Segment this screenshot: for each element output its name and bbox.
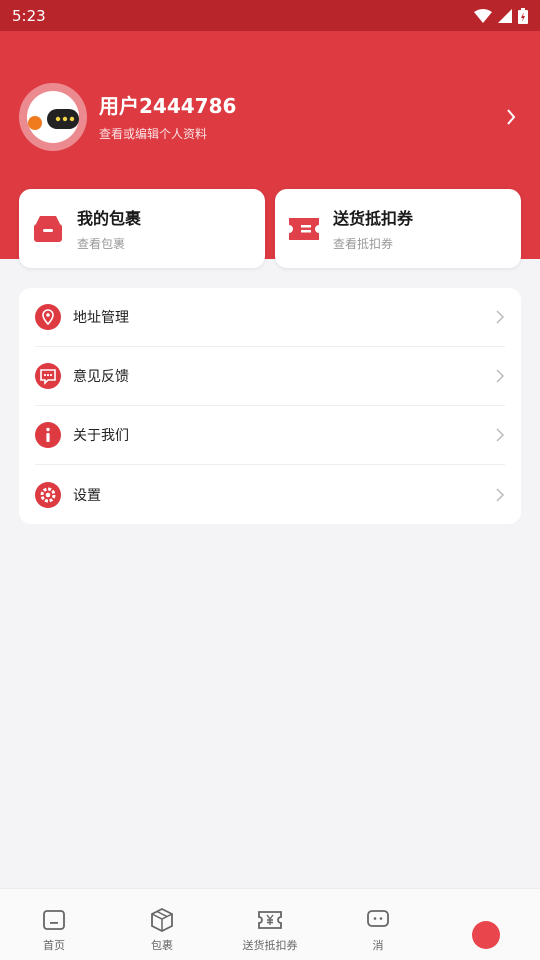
message-icon [367, 910, 389, 927]
avatar[interactable] [19, 83, 87, 151]
wifi-icon [474, 8, 492, 23]
card-text: 我的包裹 查看包裹 [77, 205, 141, 252]
tab-packages[interactable]: 包裹 [108, 889, 216, 960]
system-icons [474, 7, 528, 24]
tab-messages[interactable]: 消 [324, 889, 432, 960]
coupon-ticket-icon [287, 212, 321, 246]
tab-label: 消 [372, 939, 384, 952]
card-text: 送货抵扣券 查看抵扣券 [333, 205, 413, 252]
card-title: 送货抵扣券 [333, 209, 414, 228]
card-title: 我的包裹 [77, 209, 142, 228]
chevron-right-icon [496, 428, 505, 442]
menu-item-about[interactable]: 关于我们 [35, 406, 505, 465]
profile-subtitle: 查看或编辑个人资料 [99, 126, 208, 141]
coupon-icon [258, 911, 282, 929]
robot-avatar-icon [27, 91, 79, 143]
battery-icon [518, 7, 528, 24]
package-icon [151, 907, 173, 933]
tab-label: 送货抵扣券 [242, 939, 298, 952]
settings-menu: 地址管理 意见反馈 关于我们 设置 [19, 288, 521, 524]
tab-label: 包裹 [151, 939, 173, 952]
active-tab-indicator [472, 921, 500, 949]
menu-item-label: 地址管理 [73, 310, 129, 326]
menu-item-label: 关于我们 [73, 428, 129, 444]
chevron-right-icon [496, 487, 505, 502]
card-subtitle: 查看包裹 [77, 237, 126, 251]
menu-item-address[interactable]: 地址管理 [35, 288, 505, 347]
menu-item-settings[interactable]: 设置 [35, 465, 505, 524]
chevron-right-icon [496, 369, 505, 383]
info-icon [35, 422, 61, 448]
status-bar: 5:23 [0, 0, 540, 31]
home-icon [43, 910, 65, 930]
menu-item-feedback[interactable]: 意见反馈 [35, 347, 505, 406]
feedback-message-icon [35, 363, 61, 389]
status-time: 5:23 [12, 6, 46, 25]
my-packages-card[interactable]: 我的包裹 查看包裹 [19, 189, 265, 268]
tab-home[interactable]: 首页 [0, 889, 108, 960]
tab-mine[interactable] [432, 889, 540, 960]
bottom-tab-bar: 首页 包裹 送货抵扣券 消 [0, 888, 540, 960]
chevron-right-icon [496, 310, 505, 324]
profile-row[interactable]: 用户2444786 查看或编辑个人资料 [19, 83, 521, 151]
profile-text: 用户2444786 查看或编辑个人资料 [99, 93, 501, 142]
menu-item-label: 设置 [73, 487, 101, 504]
cell-signal-icon [498, 8, 512, 23]
username: 用户2444786 [99, 93, 237, 118]
menu-item-label: 意见反馈 [73, 369, 129, 385]
tab-label: 首页 [43, 939, 65, 952]
location-pin-icon [35, 304, 61, 330]
package-box-icon [31, 212, 65, 246]
tab-coupons[interactable]: 送货抵扣券 [216, 889, 324, 960]
chevron-right-icon[interactable] [501, 107, 521, 127]
delivery-coupon-card[interactable]: 送货抵扣券 查看抵扣券 [275, 189, 521, 268]
card-subtitle: 查看抵扣券 [333, 237, 394, 251]
gear-icon [35, 481, 61, 508]
